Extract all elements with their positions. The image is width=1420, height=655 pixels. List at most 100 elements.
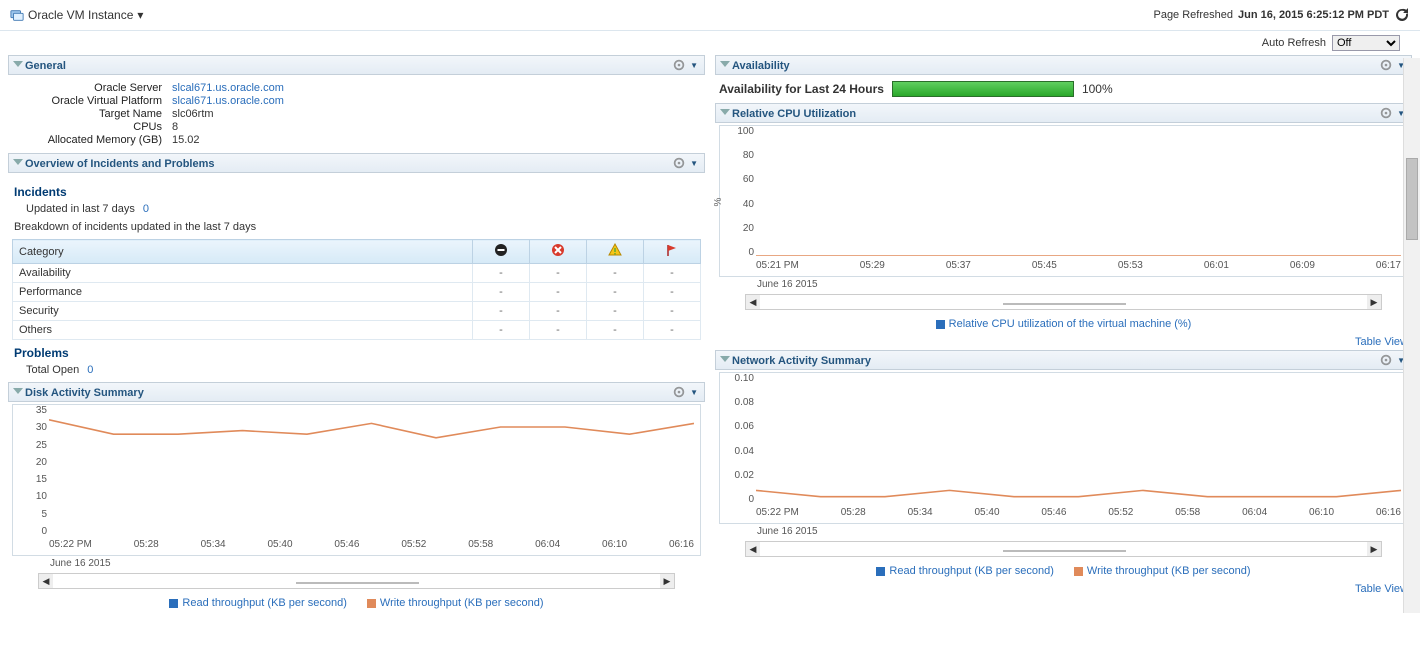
menu-caret-icon[interactable]: ▼ <box>690 159 698 168</box>
refresh-label: Page Refreshed <box>1153 9 1233 21</box>
vm-icon <box>10 8 24 22</box>
count-cell: - <box>644 321 701 340</box>
dropdown-caret-icon: ▾ <box>137 8 143 22</box>
count-cell: - <box>530 264 587 283</box>
gear-icon[interactable] <box>1379 353 1393 367</box>
panel-title: Network Activity Summary <box>732 355 871 367</box>
menu-caret-icon[interactable]: ▼ <box>690 61 698 70</box>
gear-icon[interactable] <box>672 156 686 170</box>
count-cell: - <box>587 264 644 283</box>
kv-value[interactable]: slcal671.us.oracle.com <box>172 82 284 94</box>
disk-chart: 3530252015105005:22 PM05:2805:3405:4005:… <box>12 404 701 556</box>
cpu-h-scroll[interactable]: ◀▶ <box>745 294 1382 310</box>
disk-h-scroll[interactable]: ◀▶ <box>38 573 675 589</box>
kv-key: Allocated Memory (GB) <box>12 134 172 146</box>
net-chart: 0.100.080.060.040.02005:22 PM05:2805:340… <box>719 372 1408 524</box>
legend-item: Read throughput (KB per second) <box>876 565 1054 577</box>
kv-key: Oracle Virtual Platform <box>12 95 172 107</box>
flag-icon[interactable] <box>644 240 701 264</box>
scroll-right-icon[interactable]: ▶ <box>1367 542 1381 556</box>
cpu-table-view-link[interactable]: Table View <box>1355 336 1408 348</box>
gear-icon[interactable] <box>672 58 686 72</box>
critical-icon[interactable] <box>530 240 587 264</box>
net-h-scroll[interactable]: ◀▶ <box>745 541 1382 557</box>
count-cell: - <box>473 283 530 302</box>
incidents-panel-body: Incidents Updated in last 7 days0 Breakd… <box>8 173 705 382</box>
incidents-subheader: Incidents <box>12 179 701 203</box>
refresh-icon[interactable] <box>1394 7 1410 23</box>
collapse-icon <box>13 159 23 165</box>
cpu-legend: Relative CPU utilization of the virtual … <box>715 314 1412 334</box>
gear-icon[interactable] <box>1379 58 1393 72</box>
disk-panel-header[interactable]: Disk Activity Summary ▼ <box>8 382 705 402</box>
collapse-icon <box>13 388 23 394</box>
general-panel-body: Oracle Serverslcal671.us.oracle.comOracl… <box>8 75 705 153</box>
category-cell: Availability <box>13 264 473 283</box>
table-row: Performance---- <box>13 283 701 302</box>
kv-value[interactable]: slcal671.us.oracle.com <box>172 95 284 107</box>
legend-item: Relative CPU utilization of the virtual … <box>936 318 1192 330</box>
incidents-updated: Updated in last 7 days0 <box>12 203 701 215</box>
availability-label: Availability for Last 24 Hours <box>719 82 884 96</box>
scroll-right-icon[interactable]: ▶ <box>660 574 674 588</box>
cpu-date: June 16 2015 <box>715 279 1412 290</box>
auto-refresh-label: Auto Refresh <box>1262 37 1326 49</box>
scroll-left-icon[interactable]: ◀ <box>746 542 760 556</box>
auto-refresh-bar: Auto Refresh Off <box>0 31 1420 55</box>
kv-key: Target Name <box>12 108 172 120</box>
net-table-view-link[interactable]: Table View <box>1355 583 1408 595</box>
panel-title: Relative CPU Utilization <box>732 108 856 120</box>
disk-date: June 16 2015 <box>8 558 705 569</box>
cpu-chart: 100806040200%05:21 PM05:2905:3705:4505:5… <box>719 125 1408 277</box>
count-cell: - <box>530 321 587 340</box>
page-refresh-status: Page Refreshed Jun 16, 2015 6:25:12 PM P… <box>1153 7 1410 23</box>
table-row: Security---- <box>13 302 701 321</box>
panel-title: General <box>25 60 66 72</box>
kv-key: Oracle Server <box>12 82 172 94</box>
breadcrumb[interactable]: Oracle VM Instance ▾ <box>10 8 143 22</box>
count-cell: - <box>644 302 701 321</box>
warning-icon[interactable] <box>587 240 644 264</box>
problems-subheader: Problems <box>12 340 701 364</box>
disk-legend: Read throughput (KB per second)Write thr… <box>8 593 705 613</box>
net-date: June 16 2015 <box>715 526 1412 537</box>
incidents-panel-header[interactable]: Overview of Incidents and Problems ▼ <box>8 153 705 173</box>
availability-bar <box>892 81 1074 97</box>
panel-title: Overview of Incidents and Problems <box>25 158 215 170</box>
category-cell: Performance <box>13 283 473 302</box>
count-cell: - <box>473 302 530 321</box>
category-cell: Security <box>13 302 473 321</box>
kv-row: Allocated Memory (GB)15.02 <box>12 134 701 146</box>
count-cell: - <box>473 321 530 340</box>
collapse-icon <box>720 61 730 67</box>
kv-row: Oracle Serverslcal671.us.oracle.com <box>12 82 701 94</box>
scroll-right-icon[interactable]: ▶ <box>1367 295 1381 309</box>
panel-title: Availability <box>732 60 790 72</box>
collapse-icon <box>720 356 730 362</box>
legend-item: Read throughput (KB per second) <box>169 597 347 609</box>
table-row: Others---- <box>13 321 701 340</box>
count-cell: - <box>644 264 701 283</box>
legend-item: Write throughput (KB per second) <box>1074 565 1251 577</box>
availability-pct: 100% <box>1082 82 1113 96</box>
general-panel-header[interactable]: General ▼ <box>8 55 705 75</box>
table-row: Availability---- <box>13 264 701 283</box>
gear-icon[interactable] <box>672 385 686 399</box>
count-cell: - <box>644 283 701 302</box>
scroll-left-icon[interactable]: ◀ <box>746 295 760 309</box>
vertical-scrollbar[interactable] <box>1403 58 1420 613</box>
net-panel-header[interactable]: Network Activity Summary ▼ <box>715 350 1412 370</box>
scroll-left-icon[interactable]: ◀ <box>39 574 53 588</box>
panel-title: Disk Activity Summary <box>25 387 144 399</box>
collapse-icon <box>720 109 730 115</box>
kv-row: Oracle Virtual Platformslcal671.us.oracl… <box>12 95 701 107</box>
auto-refresh-select[interactable]: Off <box>1332 35 1400 51</box>
count-cell: - <box>587 283 644 302</box>
menu-caret-icon[interactable]: ▼ <box>690 388 698 397</box>
kv-key: CPUs <box>12 121 172 133</box>
category-header[interactable]: Category <box>13 240 473 264</box>
cpu-panel-header[interactable]: Relative CPU Utilization ▼ <box>715 103 1412 123</box>
blackout-icon[interactable] <box>473 240 530 264</box>
gear-icon[interactable] <box>1379 106 1393 120</box>
availability-panel-header[interactable]: Availability ▼ <box>715 55 1412 75</box>
